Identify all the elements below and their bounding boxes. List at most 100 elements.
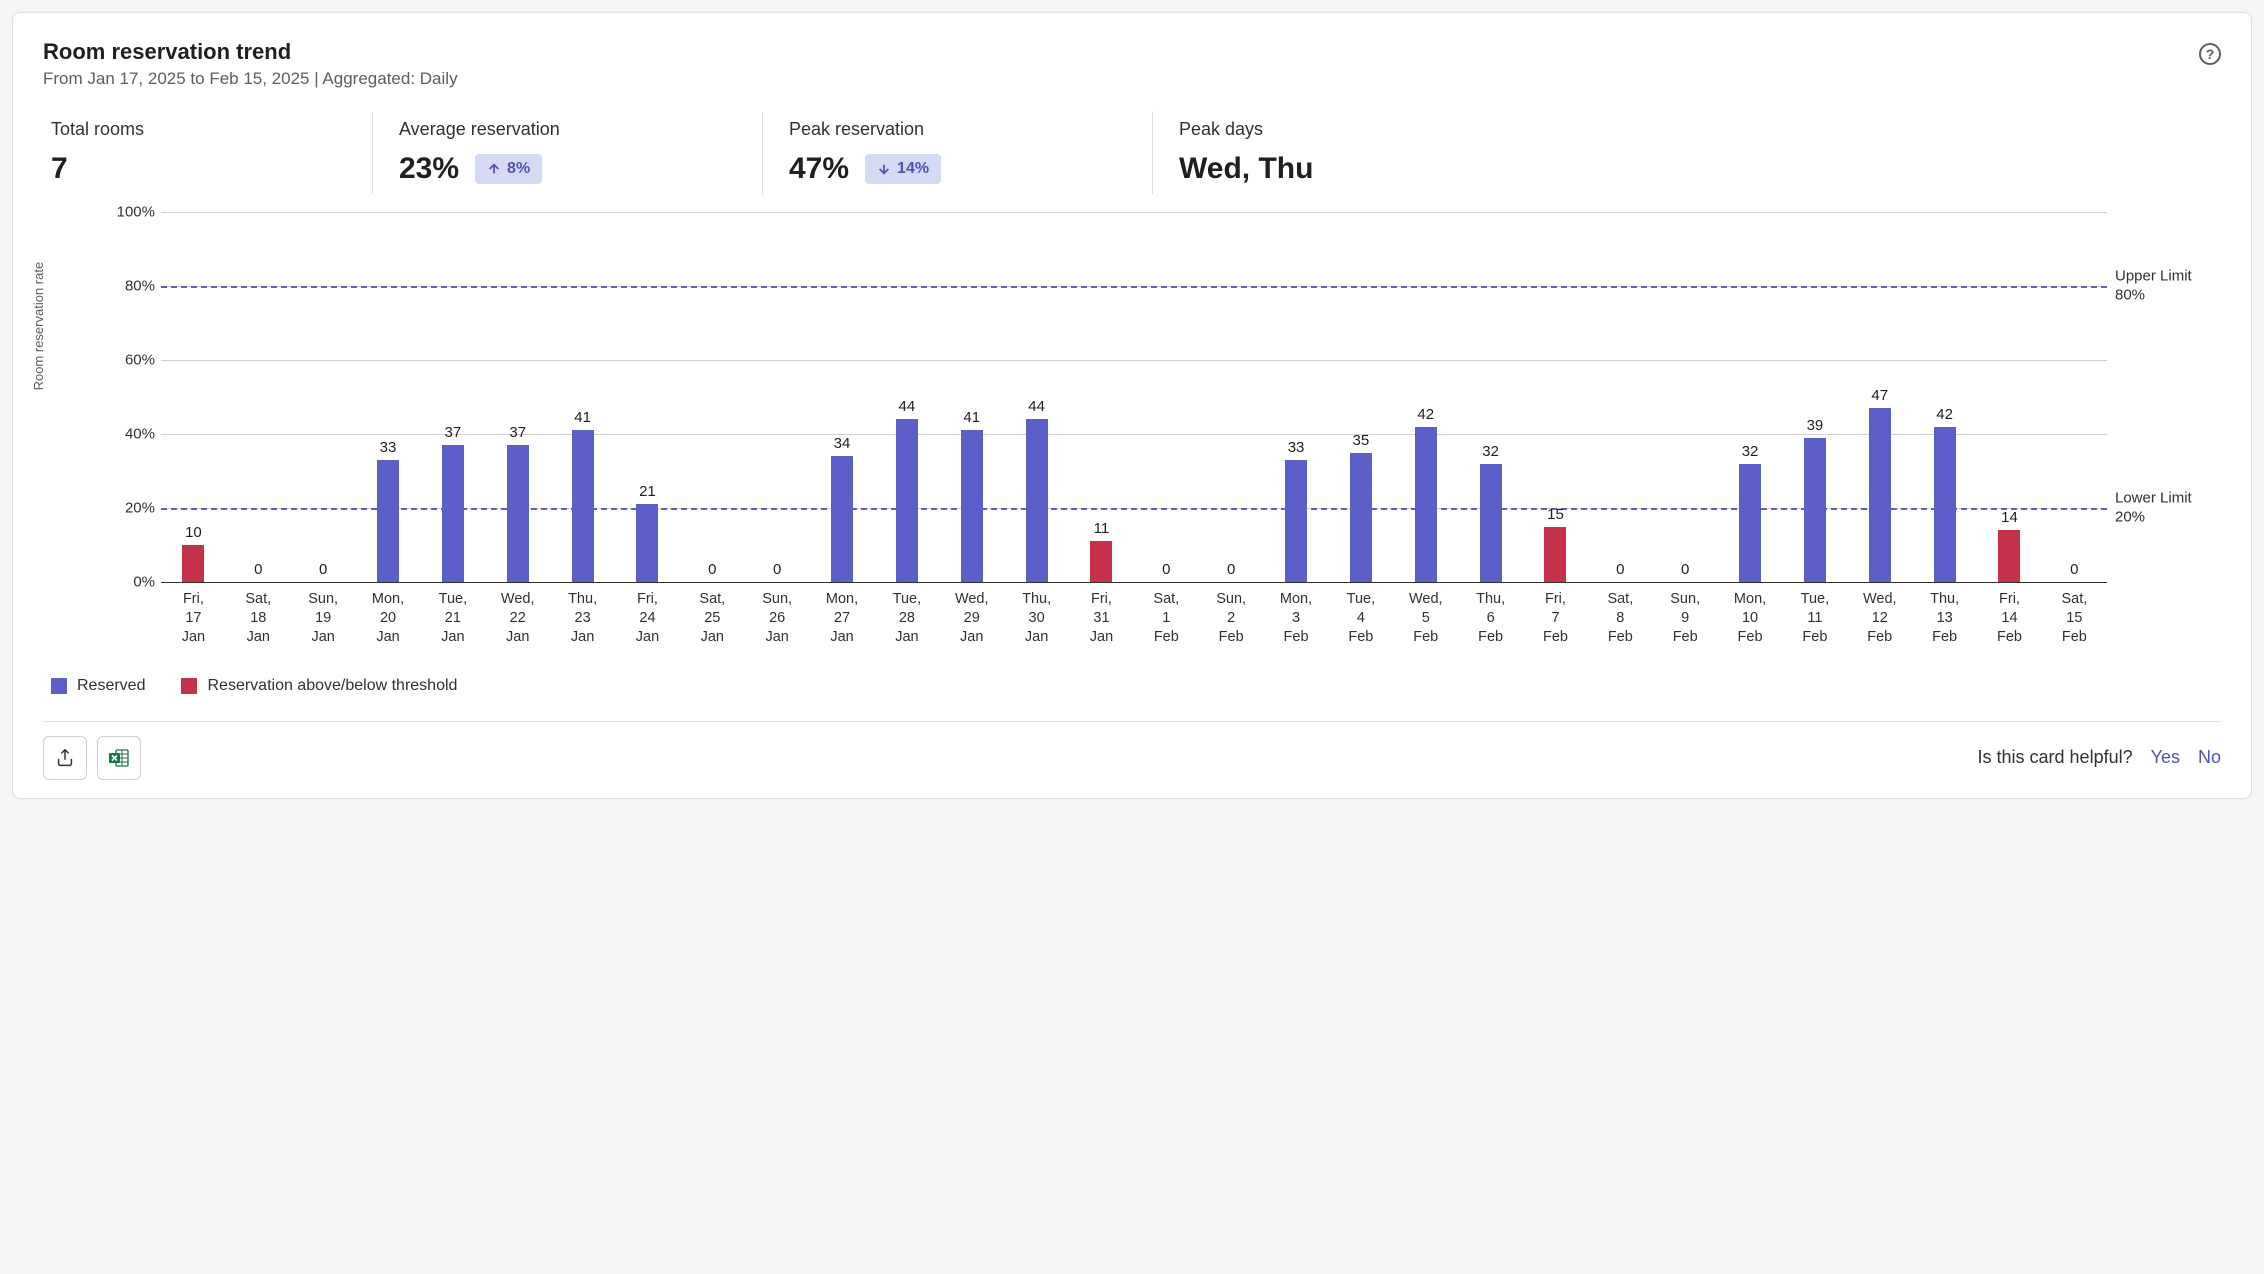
bar-value-label: 14 xyxy=(2001,509,2018,526)
bar-value-label: 21 xyxy=(639,483,656,500)
y-tick-label: 60% xyxy=(105,352,155,369)
bar-slot: 14 xyxy=(1977,212,2042,582)
bar-reserved[interactable] xyxy=(1350,453,1372,583)
bar-threshold[interactable] xyxy=(1998,530,2020,582)
bar-slot: 10 xyxy=(161,212,226,582)
bar-value-label: 35 xyxy=(1353,432,1370,449)
bar-slot: 39 xyxy=(1782,212,1847,582)
y-tick-label: 80% xyxy=(105,278,155,295)
bar-reserved[interactable] xyxy=(507,445,529,582)
y-tick-label: 0% xyxy=(105,574,155,591)
bar-reserved[interactable] xyxy=(377,460,399,582)
x-tick-label: Sat,18Jan xyxy=(226,582,291,647)
bar-reserved[interactable] xyxy=(961,430,983,582)
bar-value-label: 32 xyxy=(1482,443,1499,460)
bar-value-label: 10 xyxy=(185,524,202,541)
stats-row: Total rooms 7 Average reservation 23% 8%… xyxy=(43,111,2221,194)
bar-slot: 0 xyxy=(2042,212,2107,582)
x-tick-label: Thu,6Feb xyxy=(1458,582,1523,647)
bar-reserved[interactable] xyxy=(1739,464,1761,582)
export-excel-button[interactable] xyxy=(97,736,141,780)
x-tick-label: Sat,25Jan xyxy=(680,582,745,647)
bar-value-label: 42 xyxy=(1417,406,1434,423)
bar-value-label: 0 xyxy=(708,561,716,578)
x-tick-label: Sat,15Feb xyxy=(2042,582,2107,647)
x-tick-label: Sat,8Feb xyxy=(1588,582,1653,647)
help-icon[interactable]: ? xyxy=(2199,43,2221,65)
bar-slot: 33 xyxy=(1264,212,1329,582)
bar-reserved[interactable] xyxy=(1415,427,1437,582)
bar-slot: 42 xyxy=(1393,212,1458,582)
bar-reserved[interactable] xyxy=(831,456,853,582)
x-tick-label: Fri,24Jan xyxy=(615,582,680,647)
bar-value-label: 44 xyxy=(899,398,916,415)
grid-line xyxy=(161,582,2107,583)
chart-legend: Reserved Reservation above/below thresho… xyxy=(51,677,2221,695)
feedback-no-link[interactable]: No xyxy=(2198,747,2221,768)
bar-value-label: 41 xyxy=(574,409,591,426)
bar-reserved[interactable] xyxy=(1026,419,1048,582)
arrow-up-icon xyxy=(487,162,501,176)
x-tick-label: Mon,10Feb xyxy=(1718,582,1783,647)
bar-reserved[interactable] xyxy=(896,419,918,582)
y-axis-title: Room reservation rate xyxy=(31,262,46,391)
bar-slot: 0 xyxy=(680,212,745,582)
y-tick-label: 40% xyxy=(105,426,155,443)
bar-threshold[interactable] xyxy=(1544,527,1566,583)
bar-slot: 0 xyxy=(1653,212,1718,582)
bar-reserved[interactable] xyxy=(636,504,658,582)
bar-value-label: 37 xyxy=(509,424,526,441)
bar-reserved[interactable] xyxy=(442,445,464,582)
stat-label: Average reservation xyxy=(399,119,722,140)
x-tick-label: Mon,3Feb xyxy=(1264,582,1329,647)
bar-slot: 32 xyxy=(1458,212,1523,582)
card-footer: Is this card helpful? Yes No xyxy=(43,721,2221,780)
bar-value-label: 37 xyxy=(445,424,462,441)
bar-value-label: 41 xyxy=(963,409,980,426)
bar-slot: 0 xyxy=(1588,212,1653,582)
bar-slot: 41 xyxy=(550,212,615,582)
stat-value: 7 xyxy=(51,152,68,186)
bar-slot: 11 xyxy=(1069,212,1134,582)
stat-total-rooms: Total rooms 7 xyxy=(43,111,373,194)
bar-value-label: 0 xyxy=(254,561,262,578)
bar-value-label: 15 xyxy=(1547,506,1564,523)
bar-value-label: 42 xyxy=(1936,406,1953,423)
x-tick-label: Tue,28Jan xyxy=(874,582,939,647)
bar-reserved[interactable] xyxy=(1934,427,1956,582)
share-icon xyxy=(54,747,76,769)
bar-value-label: 44 xyxy=(1028,398,1045,415)
x-tick-label: Mon,27Jan xyxy=(810,582,875,647)
bar-slot: 0 xyxy=(745,212,810,582)
share-button[interactable] xyxy=(43,736,87,780)
bar-reserved[interactable] xyxy=(572,430,594,582)
stat-value: 23% xyxy=(399,152,459,186)
y-tick-label: 100% xyxy=(105,204,155,221)
card-subtitle: From Jan 17, 2025 to Feb 15, 2025 | Aggr… xyxy=(43,69,2221,89)
delta-value: 14% xyxy=(897,160,929,178)
bar-value-label: 0 xyxy=(773,561,781,578)
bar-value-label: 47 xyxy=(1871,387,1888,404)
bar-reserved[interactable] xyxy=(1804,438,1826,582)
legend-swatch xyxy=(51,678,67,694)
card-title: Room reservation trend xyxy=(43,39,2221,65)
bar-slot: 0 xyxy=(226,212,291,582)
stat-peak-days: Peak days Wed, Thu xyxy=(1153,111,1353,194)
card-header: Room reservation trend From Jan 17, 2025… xyxy=(43,39,2221,89)
bar-value-label: 33 xyxy=(380,439,397,456)
bar-slot: 0 xyxy=(1199,212,1264,582)
bar-reserved[interactable] xyxy=(1480,464,1502,582)
feedback-yes-link[interactable]: Yes xyxy=(2151,747,2180,768)
bar-threshold[interactable] xyxy=(182,545,204,582)
bars-container: 1000333737412100344441441100333542321500… xyxy=(161,212,2107,582)
upper_limit-label: Upper Limit 80% xyxy=(2115,267,2221,305)
bar-threshold[interactable] xyxy=(1090,541,1112,582)
x-tick-label: Tue,11Feb xyxy=(1782,582,1847,647)
bar-reserved[interactable] xyxy=(1285,460,1307,582)
bar-value-label: 33 xyxy=(1288,439,1305,456)
bar-slot: 37 xyxy=(420,212,485,582)
x-tick-label: Sun,26Jan xyxy=(745,582,810,647)
feedback-question: Is this card helpful? xyxy=(1978,747,2133,768)
bar-reserved[interactable] xyxy=(1869,408,1891,582)
bar-slot: 44 xyxy=(874,212,939,582)
